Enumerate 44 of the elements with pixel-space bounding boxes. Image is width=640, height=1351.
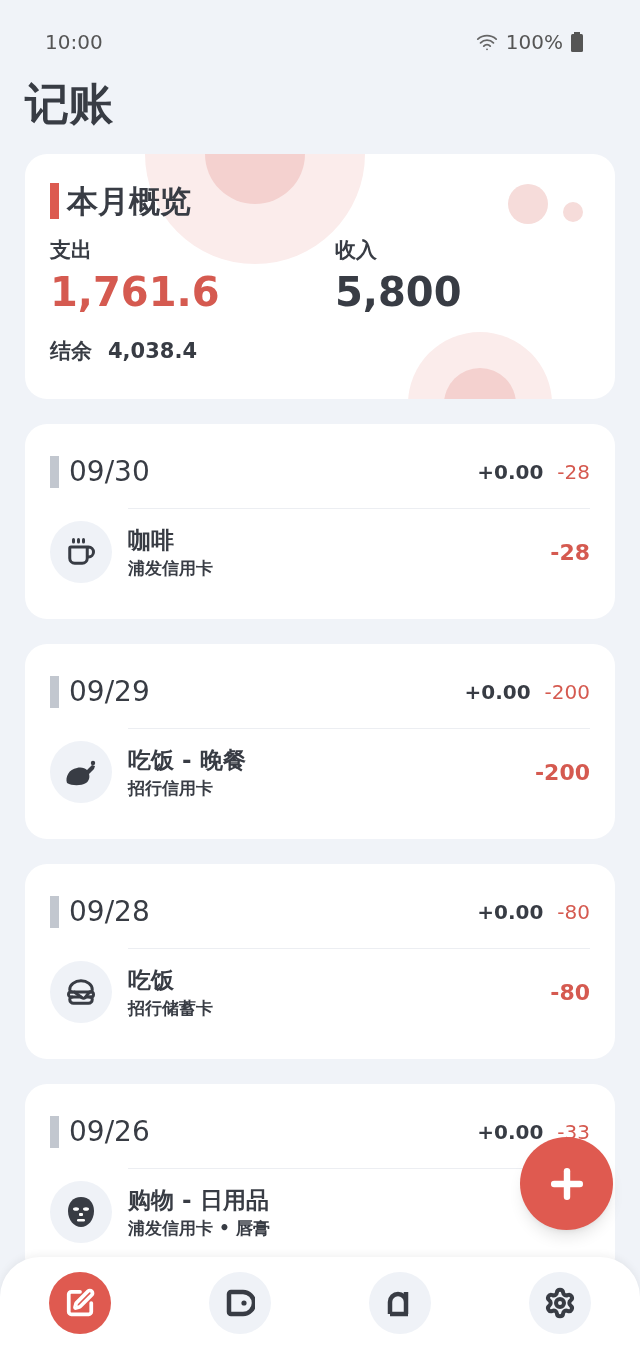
accent-bar (50, 896, 59, 928)
battery-icon (571, 32, 583, 52)
day-income: +0.00 (464, 679, 531, 706)
transaction-account: 招行信用卡 (128, 777, 214, 800)
accent-bar (50, 676, 59, 708)
expense-label: 支出 (50, 236, 93, 264)
day-expense: -80 (557, 899, 590, 926)
accent-bar (50, 456, 59, 488)
income-total: 5,800 (335, 268, 463, 317)
expense-total: 1,761.6 (50, 268, 221, 317)
wallet-icon (225, 1288, 255, 1318)
transaction-amount: -80 (550, 978, 590, 1007)
coffee-cup-icon (66, 537, 96, 567)
accent-bar (50, 1116, 59, 1148)
day-date: 09/26 (69, 1114, 150, 1150)
transaction-name: 吃饭 (128, 966, 175, 995)
day-income: +0.00 (477, 459, 544, 486)
transaction-name: 购物 - 日用品 (128, 1186, 270, 1215)
day-date: 09/29 (69, 674, 150, 710)
income-label: 收入 (335, 236, 378, 264)
status-time: 10:00 (45, 29, 103, 56)
transaction-account: 招行储蓄卡 (128, 997, 213, 1020)
transaction-amount: -28 (550, 538, 590, 567)
balance-value: 4,038.4 (108, 338, 197, 365)
settings-icon (544, 1287, 576, 1319)
transaction-amount: -200 (534, 758, 590, 787)
day-income: +0.00 (477, 1119, 544, 1146)
transaction-account: 浦发信用卡 (128, 557, 213, 580)
transaction-name: 吃饭 - 晚餐 (128, 746, 246, 775)
overview-title: 本月概览 (67, 182, 191, 221)
balance-label: 结余 (50, 338, 92, 365)
page-title: 记账 (23, 77, 114, 131)
day-expense: -200 (544, 679, 590, 706)
transaction-name: 咖啡 (128, 526, 175, 555)
edit-icon (65, 1288, 95, 1318)
day-date: 09/30 (69, 454, 150, 490)
day-expense: -28 (557, 459, 590, 486)
transaction-account: 浦发信用卡 • 唇膏 (128, 1217, 270, 1240)
battery-level: 100% (505, 29, 563, 56)
burger-icon (66, 977, 96, 1007)
day-date: 09/28 (69, 894, 150, 930)
face-mask-icon (66, 1196, 96, 1228)
day-income: +0.00 (477, 899, 544, 926)
accent-bar (50, 183, 59, 220)
